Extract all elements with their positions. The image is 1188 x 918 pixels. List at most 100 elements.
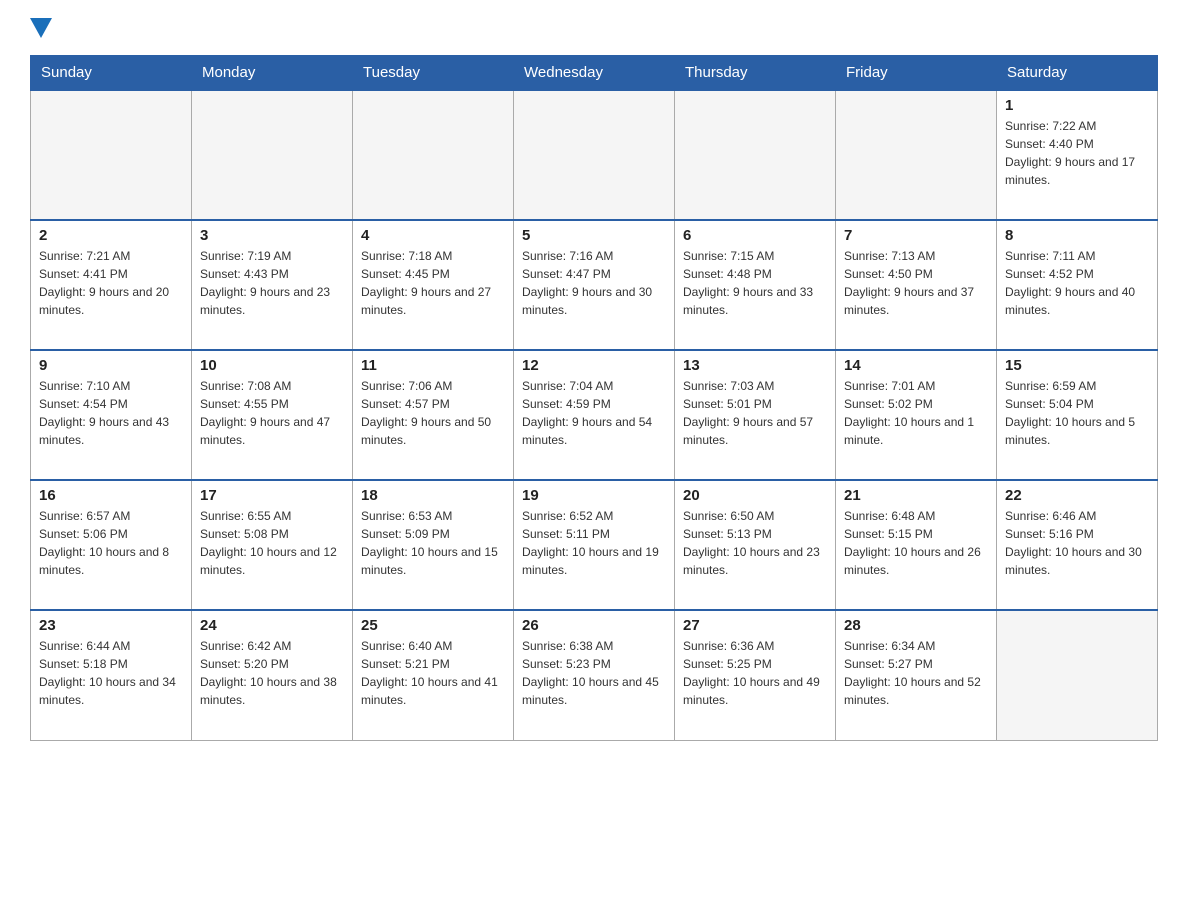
calendar-cell: 17 Sunrise: 6:55 AM Sunset: 5:08 PM Dayli… bbox=[192, 480, 353, 610]
day-number: 17 bbox=[200, 487, 344, 504]
calendar-cell bbox=[192, 90, 353, 220]
day-info: Sunrise: 7:16 AM Sunset: 4:47 PM Dayligh… bbox=[522, 247, 666, 319]
day-info: Sunrise: 7:08 AM Sunset: 4:55 PM Dayligh… bbox=[200, 377, 344, 449]
day-info: Sunrise: 6:52 AM Sunset: 5:11 PM Dayligh… bbox=[522, 507, 666, 579]
logo bbox=[30, 20, 52, 45]
day-number: 22 bbox=[1005, 487, 1149, 504]
calendar-cell: 22 Sunrise: 6:46 AM Sunset: 5:16 PM Dayli… bbox=[997, 480, 1158, 610]
day-info: Sunrise: 6:48 AM Sunset: 5:15 PM Dayligh… bbox=[844, 507, 988, 579]
calendar-cell: 25Sunrise: 6:40 AM Sunset: 5:21 PM Dayli… bbox=[353, 610, 514, 740]
day-info: Sunrise: 6:36 AM Sunset: 5:25 PM Dayligh… bbox=[683, 637, 827, 709]
calendar-cell bbox=[836, 90, 997, 220]
day-number: 19 bbox=[522, 487, 666, 504]
calendar-cell: 27 Sunrise: 6:36 AM Sunset: 5:25 PM Dayli… bbox=[675, 610, 836, 740]
day-number: 20 bbox=[683, 487, 827, 504]
day-info: Sunrise: 7:19 AM Sunset: 4:43 PM Dayligh… bbox=[200, 247, 344, 319]
day-info: Sunrise: 7:11 AM Sunset: 4:52 PM Dayligh… bbox=[1005, 247, 1149, 319]
day-number: 10 bbox=[200, 357, 344, 374]
calendar-cell: 5Sunrise: 7:16 AM Sunset: 4:47 PM Daylig… bbox=[514, 220, 675, 350]
header-day-friday: Friday bbox=[836, 56, 997, 91]
calendar-cell: 2 Sunrise: 7:21 AM Sunset: 4:41 PM Daylig… bbox=[31, 220, 192, 350]
day-number: 21 bbox=[844, 487, 988, 504]
day-number: 3 bbox=[200, 227, 344, 244]
day-number: 13 bbox=[683, 357, 827, 374]
header-day-thursday: Thursday bbox=[675, 56, 836, 91]
calendar-table: SundayMondayTuesdayWednesdayThursdayFrid… bbox=[30, 55, 1158, 741]
day-info: Sunrise: 6:59 AM Sunset: 5:04 PM Dayligh… bbox=[1005, 377, 1149, 449]
day-info: Sunrise: 7:15 AM Sunset: 4:48 PM Dayligh… bbox=[683, 247, 827, 319]
day-number: 28 bbox=[844, 617, 988, 634]
day-info: Sunrise: 7:01 AM Sunset: 5:02 PM Dayligh… bbox=[844, 377, 988, 449]
calendar-week-4: 23 Sunrise: 6:44 AM Sunset: 5:18 PM Dayli… bbox=[31, 610, 1158, 740]
calendar-week-1: 2 Sunrise: 7:21 AM Sunset: 4:41 PM Daylig… bbox=[31, 220, 1158, 350]
calendar-cell: 26 Sunrise: 6:38 AM Sunset: 5:23 PM Dayli… bbox=[514, 610, 675, 740]
day-number: 16 bbox=[39, 487, 183, 504]
calendar-cell: 6 Sunrise: 7:15 AM Sunset: 4:48 PM Daylig… bbox=[675, 220, 836, 350]
day-number: 1 bbox=[1005, 97, 1149, 114]
calendar-cell: 16 Sunrise: 6:57 AM Sunset: 5:06 PM Dayli… bbox=[31, 480, 192, 610]
calendar-cell: 4 Sunrise: 7:18 AM Sunset: 4:45 PM Daylig… bbox=[353, 220, 514, 350]
day-number: 8 bbox=[1005, 227, 1149, 244]
day-info: Sunrise: 6:53 AM Sunset: 5:09 PM Dayligh… bbox=[361, 507, 505, 579]
calendar-header: SundayMondayTuesdayWednesdayThursdayFrid… bbox=[31, 56, 1158, 91]
day-info: Sunrise: 7:10 AM Sunset: 4:54 PM Dayligh… bbox=[39, 377, 183, 449]
day-info: Sunrise: 6:46 AM Sunset: 5:16 PM Dayligh… bbox=[1005, 507, 1149, 579]
day-number: 23 bbox=[39, 617, 183, 634]
calendar-cell: 24Sunrise: 6:42 AM Sunset: 5:20 PM Dayli… bbox=[192, 610, 353, 740]
day-info: Sunrise: 7:03 AM Sunset: 5:01 PM Dayligh… bbox=[683, 377, 827, 449]
logo-triangle-icon bbox=[30, 18, 52, 43]
header-day-sunday: Sunday bbox=[31, 56, 192, 91]
calendar-week-0: 1 Sunrise: 7:22 AM Sunset: 4:40 PM Daylig… bbox=[31, 90, 1158, 220]
day-info: Sunrise: 7:04 AM Sunset: 4:59 PM Dayligh… bbox=[522, 377, 666, 449]
day-info: Sunrise: 7:06 AM Sunset: 4:57 PM Dayligh… bbox=[361, 377, 505, 449]
calendar-cell: 1 Sunrise: 7:22 AM Sunset: 4:40 PM Daylig… bbox=[997, 90, 1158, 220]
day-number: 24 bbox=[200, 617, 344, 634]
calendar-cell: 19 Sunrise: 6:52 AM Sunset: 5:11 PM Dayli… bbox=[514, 480, 675, 610]
calendar-cell: 9 Sunrise: 7:10 AM Sunset: 4:54 PM Daylig… bbox=[31, 350, 192, 480]
day-info: Sunrise: 6:55 AM Sunset: 5:08 PM Dayligh… bbox=[200, 507, 344, 579]
day-info: Sunrise: 7:18 AM Sunset: 4:45 PM Dayligh… bbox=[361, 247, 505, 319]
calendar-cell bbox=[514, 90, 675, 220]
calendar-cell: 13 Sunrise: 7:03 AM Sunset: 5:01 PM Dayli… bbox=[675, 350, 836, 480]
day-info: Sunrise: 7:21 AM Sunset: 4:41 PM Dayligh… bbox=[39, 247, 183, 319]
calendar-cell: 10 Sunrise: 7:08 AM Sunset: 4:55 PM Dayli… bbox=[192, 350, 353, 480]
day-number: 7 bbox=[844, 227, 988, 244]
day-info: Sunrise: 6:57 AM Sunset: 5:06 PM Dayligh… bbox=[39, 507, 183, 579]
header-day-wednesday: Wednesday bbox=[514, 56, 675, 91]
day-number: 26 bbox=[522, 617, 666, 634]
calendar-cell: 20 Sunrise: 6:50 AM Sunset: 5:13 PM Dayli… bbox=[675, 480, 836, 610]
calendar-week-2: 9 Sunrise: 7:10 AM Sunset: 4:54 PM Daylig… bbox=[31, 350, 1158, 480]
calendar-cell: 21 Sunrise: 6:48 AM Sunset: 5:15 PM Dayli… bbox=[836, 480, 997, 610]
calendar-cell bbox=[675, 90, 836, 220]
day-number: 2 bbox=[39, 227, 183, 244]
calendar-week-3: 16 Sunrise: 6:57 AM Sunset: 5:06 PM Dayli… bbox=[31, 480, 1158, 610]
day-number: 12 bbox=[522, 357, 666, 374]
day-number: 9 bbox=[39, 357, 183, 374]
day-info: Sunrise: 7:22 AM Sunset: 4:40 PM Dayligh… bbox=[1005, 117, 1149, 189]
header-day-saturday: Saturday bbox=[997, 56, 1158, 91]
day-info: Sunrise: 6:44 AM Sunset: 5:18 PM Dayligh… bbox=[39, 637, 183, 709]
page-header bbox=[30, 20, 1158, 45]
day-number: 4 bbox=[361, 227, 505, 244]
calendar-cell: 8 Sunrise: 7:11 AM Sunset: 4:52 PM Daylig… bbox=[997, 220, 1158, 350]
day-number: 14 bbox=[844, 357, 988, 374]
calendar-cell: 12 Sunrise: 7:04 AM Sunset: 4:59 PM Dayli… bbox=[514, 350, 675, 480]
day-info: Sunrise: 6:34 AM Sunset: 5:27 PM Dayligh… bbox=[844, 637, 988, 709]
day-info: Sunrise: 7:13 AM Sunset: 4:50 PM Dayligh… bbox=[844, 247, 988, 319]
day-info: Sunrise: 6:50 AM Sunset: 5:13 PM Dayligh… bbox=[683, 507, 827, 579]
header-day-monday: Monday bbox=[192, 56, 353, 91]
calendar-cell bbox=[353, 90, 514, 220]
calendar-cell: 3 Sunrise: 7:19 AM Sunset: 4:43 PM Daylig… bbox=[192, 220, 353, 350]
calendar-cell: 18 Sunrise: 6:53 AM Sunset: 5:09 PM Dayli… bbox=[353, 480, 514, 610]
calendar-cell: 11Sunrise: 7:06 AM Sunset: 4:57 PM Dayli… bbox=[353, 350, 514, 480]
calendar-cell bbox=[997, 610, 1158, 740]
day-number: 18 bbox=[361, 487, 505, 504]
calendar-body: 1 Sunrise: 7:22 AM Sunset: 4:40 PM Daylig… bbox=[31, 90, 1158, 740]
day-number: 6 bbox=[683, 227, 827, 244]
calendar-cell bbox=[31, 90, 192, 220]
day-number: 15 bbox=[1005, 357, 1149, 374]
day-info: Sunrise: 6:38 AM Sunset: 5:23 PM Dayligh… bbox=[522, 637, 666, 709]
calendar-cell: 7 Sunrise: 7:13 AM Sunset: 4:50 PM Daylig… bbox=[836, 220, 997, 350]
day-number: 27 bbox=[683, 617, 827, 634]
header-day-tuesday: Tuesday bbox=[353, 56, 514, 91]
